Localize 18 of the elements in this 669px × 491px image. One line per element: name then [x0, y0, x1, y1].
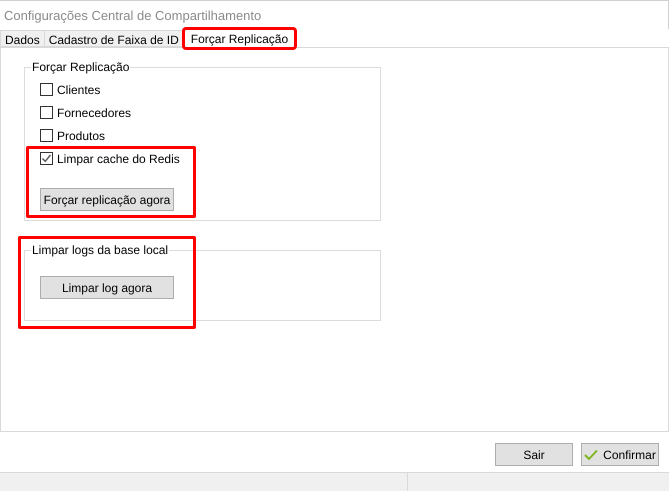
checkbox[interactable]: [40, 152, 53, 165]
action-button[interactable]: Limpar log agora: [40, 276, 174, 299]
action-button[interactable]: Forçar replicação agora: [40, 188, 174, 211]
group-title: Forçar Replicação: [31, 60, 130, 74]
tab[interactable]: Dados: [0, 30, 45, 47]
checkbox[interactable]: [40, 129, 53, 142]
checkbox-label: Produtos: [57, 128, 106, 144]
checkbox-label: Fornecedores: [57, 104, 132, 122]
exit-button[interactable]: Sair: [495, 443, 573, 466]
tab[interactable]: Forçar Replicação: [184, 29, 296, 48]
checkbox[interactable]: [40, 83, 53, 96]
confirm-button[interactable]: Confirmar: [581, 443, 659, 466]
check-icon: [584, 448, 598, 460]
group-title: Limpar logs da base local: [31, 243, 170, 257]
checkbox-label: Clientes: [57, 82, 100, 98]
tab[interactable]: Cadastro de Faixa de ID: [44, 30, 184, 47]
checkbox-label: Limpar cache do Redis: [57, 150, 180, 168]
checkbox[interactable]: [40, 106, 53, 119]
